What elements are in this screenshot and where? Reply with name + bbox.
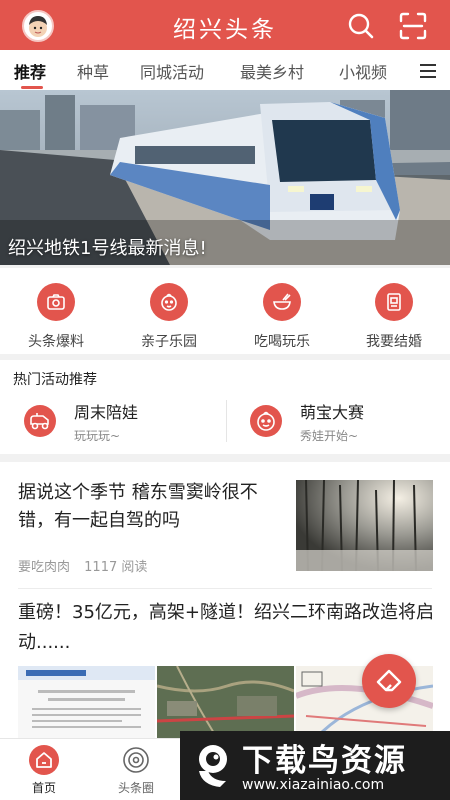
activity-subtitle: 秀娃开始~: [300, 429, 359, 443]
activity-weekend-kids[interactable]: 周末陪娃 玩玩玩~: [24, 399, 224, 449]
article-author: 要吃肉肉: [18, 560, 71, 575]
activity-subtitle: 玩玩玩~: [74, 429, 121, 443]
bowl-icon: [263, 283, 301, 321]
app-title: 绍兴头条: [173, 17, 277, 43]
search-icon[interactable]: [346, 11, 376, 41]
quick-action-wedding[interactable]: 我要结婚: [344, 283, 444, 351]
banner-caption[interactable]: 绍兴地铁1号线最新消息!: [8, 234, 207, 260]
divider: [226, 400, 227, 442]
article-title[interactable]: 据说这个季节 稽东雪窦岭很不错，有一起自驾的吗: [18, 479, 288, 535]
activity-baby-contest[interactable]: 萌宝大赛 秀娃开始~: [250, 399, 450, 449]
tab-beautiful-village[interactable]: 最美乡村: [240, 59, 304, 83]
article-image[interactable]: [157, 666, 294, 738]
article-thumbnail[interactable]: [296, 480, 433, 571]
watermark-url: www.xiazainiao.com: [242, 777, 385, 793]
divider: [18, 588, 432, 589]
nav-label: 头条圈: [117, 781, 154, 795]
bird-logo-icon: [192, 741, 234, 791]
tab-zhongcao[interactable]: 种草: [77, 59, 109, 83]
baby-face-icon: [250, 405, 282, 437]
quick-action-label: 吃喝玩乐: [254, 334, 310, 350]
tab-city-events[interactable]: 同城活动: [140, 59, 204, 83]
site-watermark: 下载鸟资源 www.xiazainiao.com: [180, 731, 450, 800]
quick-actions: 头条爆料 亲子乐园 吃喝玩乐 我要结婚: [0, 268, 450, 354]
quick-action-label: 头条爆料: [28, 334, 84, 350]
activity-name: 周末陪娃: [74, 403, 139, 422]
article-reads: 1117 阅读: [84, 560, 148, 575]
active-tab-indicator: [21, 86, 43, 89]
camera-icon: [37, 283, 75, 321]
nav-label: 首页: [31, 781, 56, 795]
quick-action-food-fun[interactable]: 吃喝玩乐: [232, 283, 332, 351]
nav-circle-feed[interactable]: 头条圈: [106, 745, 166, 796]
nav-home[interactable]: 首页: [14, 745, 74, 796]
quick-action-tip-off[interactable]: 头条爆料: [6, 283, 106, 351]
tab-short-video[interactable]: 小视频: [339, 59, 387, 83]
certificate-icon: [375, 283, 413, 321]
article-title[interactable]: 重磅！35亿元，高架+隧道！绍兴二环南路改造将启动......: [18, 598, 438, 658]
scan-icon[interactable]: [398, 11, 428, 41]
article-meta: 要吃肉肉 1117 阅读: [18, 556, 147, 575]
category-tabs: 推荐 种草 同城活动 最美乡村 小视频: [0, 50, 450, 90]
app-header: 绍兴头条: [0, 0, 450, 50]
article-image[interactable]: [18, 666, 155, 738]
tab-recommend[interactable]: 推荐: [14, 59, 46, 83]
toy-car-icon: [24, 405, 56, 437]
baby-face-icon: [150, 283, 188, 321]
home-icon: [29, 745, 59, 775]
post-fab-button[interactable]: [362, 654, 416, 708]
hot-activities: 热门活动推荐 周末陪娃 玩玩玩~ 萌宝大赛 秀娃开始~: [0, 360, 450, 454]
section-title: 热门活动推荐: [13, 372, 97, 388]
quick-action-label: 我要结婚: [366, 334, 422, 350]
quick-action-kids-park[interactable]: 亲子乐园: [119, 283, 219, 351]
circle-feed-icon: [121, 745, 151, 775]
quick-action-label: 亲子乐园: [141, 334, 197, 350]
activity-name: 萌宝大赛: [300, 403, 365, 422]
watermark-text: 下载鸟资源: [242, 743, 407, 779]
menu-icon[interactable]: [418, 63, 438, 79]
